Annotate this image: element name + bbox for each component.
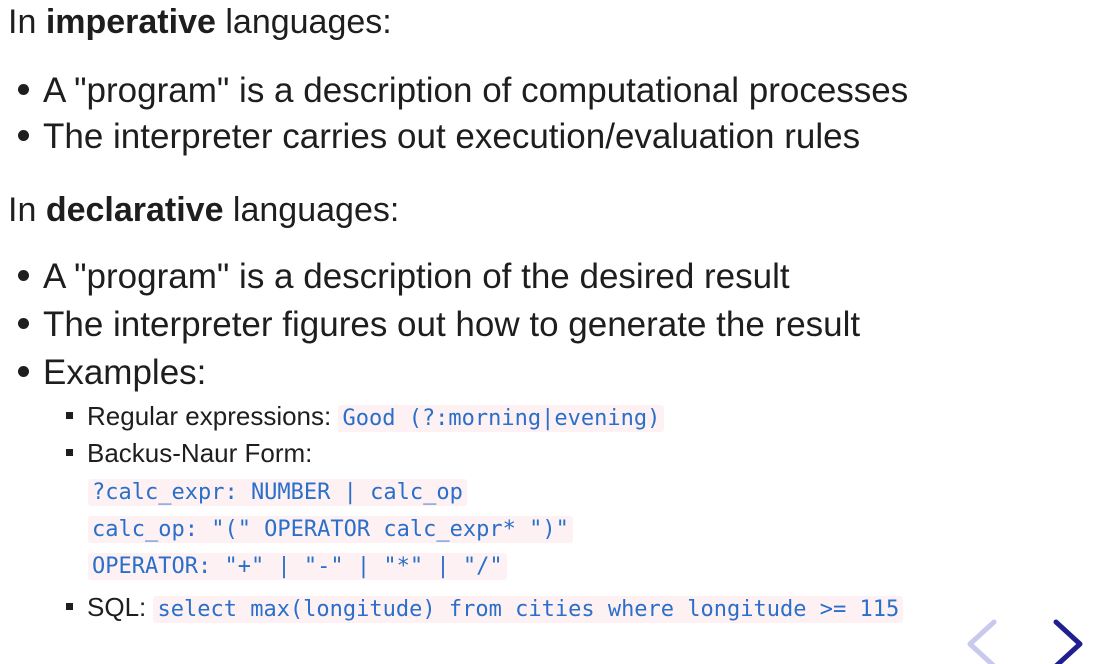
- next-slide-button[interactable]: [1048, 618, 1088, 664]
- heading-prefix: In: [8, 3, 46, 41]
- example-sql: SQL: select max(longitude) from cities w…: [66, 589, 904, 628]
- bnf-code: calc_op: "(" OPERATOR calc_expr* ")": [88, 516, 573, 543]
- bullet-dot: [18, 270, 29, 282]
- bullet-text: A "program" is a description of computat…: [43, 71, 909, 110]
- example-regex: Regular expressions: Good (?:morning|eve…: [66, 398, 665, 437]
- heading-keyword: declarative: [45, 191, 224, 229]
- bnf-code: ?calc_expr: NUMBER | calc_op: [88, 479, 467, 506]
- previous-slide-button[interactable]: [962, 618, 1002, 664]
- slide: In imperative languages: A "program" is …: [0, 0, 1096, 664]
- imperative-bullet-1: A "program" is a description of computat…: [18, 70, 908, 112]
- bullet-text: Examples:: [43, 353, 207, 392]
- sub-bullet-square: [66, 602, 73, 610]
- example-label: Regular expressions:: [87, 401, 339, 431]
- heading-keyword: imperative: [45, 3, 216, 41]
- bullet-dot: [18, 366, 29, 378]
- regex-code: Good (?:morning|evening): [338, 405, 665, 432]
- bullet-text: A "program" is a description of the desi…: [43, 257, 790, 296]
- heading-suffix: languages:: [223, 191, 400, 229]
- example-label: SQL:: [87, 592, 154, 622]
- declarative-bullet-1: A "program" is a description of the desi…: [18, 256, 790, 298]
- bullet-text: The interpreter carries out execution/ev…: [43, 117, 861, 156]
- heading-prefix: In: [8, 191, 46, 229]
- bullet-text: The interpreter figures out how to gener…: [43, 305, 861, 344]
- imperative-bullet-2: The interpreter carries out execution/ev…: [18, 116, 860, 158]
- bullet-dot: [18, 84, 29, 96]
- bnf-line-2: calc_op: "(" OPERATOR calc_expr* ")": [88, 515, 573, 547]
- example-bnf: Backus-Naur Form:: [66, 435, 312, 471]
- example-label: Backus-Naur Form:: [87, 438, 313, 468]
- imperative-heading: In imperative languages:: [8, 2, 392, 42]
- declarative-bullet-2: The interpreter figures out how to gener…: [18, 304, 860, 346]
- bnf-code: OPERATOR: "+" | "-" | "*" | "/": [88, 553, 507, 580]
- heading-suffix: languages:: [215, 3, 392, 41]
- sub-bullet-square: [66, 448, 73, 456]
- sub-bullet-square: [66, 411, 73, 419]
- declarative-bullet-examples: Examples:: [18, 352, 206, 394]
- bullet-dot: [18, 318, 29, 330]
- bullet-dot: [18, 130, 29, 142]
- chevron-left-icon: [967, 619, 997, 664]
- bnf-line-1: ?calc_expr: NUMBER | calc_op: [88, 478, 467, 510]
- bnf-line-3: OPERATOR: "+" | "-" | "*" | "/": [88, 552, 507, 584]
- declarative-heading: In declarative languages:: [8, 190, 399, 230]
- chevron-right-icon: [1053, 619, 1083, 664]
- sql-code: select max(longitude) from cities where …: [153, 596, 904, 623]
